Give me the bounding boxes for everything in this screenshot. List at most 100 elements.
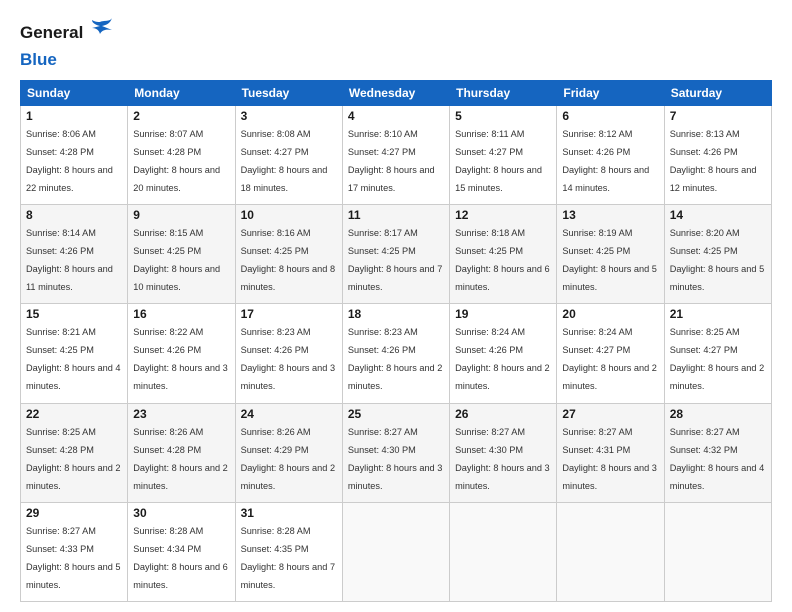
day-info: Sunrise: 8:27 AMSunset: 4:31 PMDaylight:… [562,427,657,491]
calendar-day-17: 17 Sunrise: 8:23 AMSunset: 4:26 PMDayligh… [235,304,342,403]
calendar-day-5: 5 Sunrise: 8:11 AMSunset: 4:27 PMDaylight… [450,106,557,205]
day-info: Sunrise: 8:13 AMSunset: 4:26 PMDaylight:… [670,129,757,193]
col-header-friday: Friday [557,81,664,106]
calendar-day-2: 2 Sunrise: 8:07 AMSunset: 4:28 PMDaylight… [128,106,235,205]
calendar-row-2: 8Sunrise: 8:14 AMSunset: 4:26 PMDaylight… [21,205,772,304]
day-info: Sunrise: 8:20 AMSunset: 4:25 PMDaylight:… [670,228,765,292]
calendar-day-28: 28 Sunrise: 8:27 AMSunset: 4:32 PMDayligh… [664,403,771,502]
day-info: Sunrise: 8:21 AMSunset: 4:25 PMDaylight:… [26,327,121,391]
day-number: 18 [348,307,444,321]
calendar-day-22: 22 Sunrise: 8:25 AMSunset: 4:28 PMDayligh… [21,403,128,502]
calendar-day-26: 26 Sunrise: 8:27 AMSunset: 4:30 PMDayligh… [450,403,557,502]
day-number: 11 [348,208,444,222]
calendar-day-14: 14Sunrise: 8:20 AMSunset: 4:25 PMDayligh… [664,205,771,304]
header: General Blue [20,16,772,70]
day-info: Sunrise: 8:22 AMSunset: 4:26 PMDaylight:… [133,327,228,391]
day-number: 22 [26,407,122,421]
calendar-day-11: 11 Sunrise: 8:17 AMSunset: 4:25 PMDayligh… [342,205,449,304]
day-number: 9 [133,208,229,222]
calendar-table: SundayMondayTuesdayWednesdayThursdayFrid… [20,80,772,602]
day-info: Sunrise: 8:27 AMSunset: 4:33 PMDaylight:… [26,526,121,590]
day-info: Sunrise: 8:25 AMSunset: 4:28 PMDaylight:… [26,427,121,491]
calendar-header-row: SundayMondayTuesdayWednesdayThursdayFrid… [21,81,772,106]
day-number: 15 [26,307,122,321]
day-number: 29 [26,506,122,520]
day-number: 30 [133,506,229,520]
calendar-day-4: 4Sunrise: 8:10 AMSunset: 4:27 PMDaylight… [342,106,449,205]
day-info: Sunrise: 8:12 AMSunset: 4:26 PMDaylight:… [562,129,649,193]
logo-bird-icon [86,16,114,50]
day-info: Sunrise: 8:18 AMSunset: 4:25 PMDaylight:… [455,228,550,292]
calendar-day-10: 10 Sunrise: 8:16 AMSunset: 4:25 PMDayligh… [235,205,342,304]
day-number: 12 [455,208,551,222]
day-number: 7 [670,109,766,123]
calendar-day-21: 21 Sunrise: 8:25 AMSunset: 4:27 PMDayligh… [664,304,771,403]
calendar-row-1: 1 Sunrise: 8:06 AMSunset: 4:28 PMDaylight… [21,106,772,205]
calendar-day-16: 16 Sunrise: 8:22 AMSunset: 4:26 PMDayligh… [128,304,235,403]
calendar-day-12: 12 Sunrise: 8:18 AMSunset: 4:25 PMDayligh… [450,205,557,304]
day-info: Sunrise: 8:08 AMSunset: 4:27 PMDaylight:… [241,129,328,193]
day-number: 3 [241,109,337,123]
day-info: Sunrise: 8:26 AMSunset: 4:28 PMDaylight:… [133,427,228,491]
day-info: Sunrise: 8:24 AMSunset: 4:26 PMDaylight:… [455,327,550,391]
day-info: Sunrise: 8:16 AMSunset: 4:25 PMDaylight:… [241,228,336,292]
day-info: Sunrise: 8:06 AMSunset: 4:28 PMDaylight:… [26,129,113,193]
day-number: 31 [241,506,337,520]
day-number: 23 [133,407,229,421]
day-number: 13 [562,208,658,222]
day-number: 21 [670,307,766,321]
day-number: 6 [562,109,658,123]
day-number: 1 [26,109,122,123]
calendar-day-19: 19Sunrise: 8:24 AMSunset: 4:26 PMDayligh… [450,304,557,403]
calendar-day-30: 30 Sunrise: 8:28 AMSunset: 4:34 PMDayligh… [128,502,235,601]
logo-general: General [20,23,83,43]
day-number: 24 [241,407,337,421]
col-header-monday: Monday [128,81,235,106]
day-info: Sunrise: 8:28 AMSunset: 4:35 PMDaylight:… [241,526,336,590]
calendar-day-15: 15 Sunrise: 8:21 AMSunset: 4:25 PMDayligh… [21,304,128,403]
calendar-day-8: 8Sunrise: 8:14 AMSunset: 4:26 PMDaylight… [21,205,128,304]
day-info: Sunrise: 8:11 AMSunset: 4:27 PMDaylight:… [455,129,542,193]
day-info: Sunrise: 8:10 AMSunset: 4:27 PMDaylight:… [348,129,435,193]
day-info: Sunrise: 8:17 AMSunset: 4:25 PMDaylight:… [348,228,443,292]
day-info: Sunrise: 8:23 AMSunset: 4:26 PMDaylight:… [348,327,443,391]
day-info: Sunrise: 8:26 AMSunset: 4:29 PMDaylight:… [241,427,336,491]
calendar-day-24: 24 Sunrise: 8:26 AMSunset: 4:29 PMDayligh… [235,403,342,502]
calendar-day-25: 25 Sunrise: 8:27 AMSunset: 4:30 PMDayligh… [342,403,449,502]
empty-cell [557,502,664,601]
day-number: 20 [562,307,658,321]
calendar-day-18: 18 Sunrise: 8:23 AMSunset: 4:26 PMDayligh… [342,304,449,403]
day-info: Sunrise: 8:24 AMSunset: 4:27 PMDaylight:… [562,327,657,391]
day-info: Sunrise: 8:07 AMSunset: 4:28 PMDaylight:… [133,129,220,193]
day-number: 2 [133,109,229,123]
calendar-day-3: 3 Sunrise: 8:08 AMSunset: 4:27 PMDaylight… [235,106,342,205]
empty-cell [450,502,557,601]
day-info: Sunrise: 8:27 AMSunset: 4:32 PMDaylight:… [670,427,765,491]
day-info: Sunrise: 8:27 AMSunset: 4:30 PMDaylight:… [348,427,443,491]
calendar-row-3: 15 Sunrise: 8:21 AMSunset: 4:25 PMDayligh… [21,304,772,403]
col-header-saturday: Saturday [664,81,771,106]
col-header-tuesday: Tuesday [235,81,342,106]
day-number: 16 [133,307,229,321]
calendar-day-9: 9 Sunrise: 8:15 AMSunset: 4:25 PMDaylight… [128,205,235,304]
day-info: Sunrise: 8:28 AMSunset: 4:34 PMDaylight:… [133,526,228,590]
day-info: Sunrise: 8:27 AMSunset: 4:30 PMDaylight:… [455,427,550,491]
calendar-day-29: 29 Sunrise: 8:27 AMSunset: 4:33 PMDayligh… [21,502,128,601]
empty-cell [342,502,449,601]
day-number: 25 [348,407,444,421]
logo: General Blue [20,16,114,70]
day-number: 5 [455,109,551,123]
calendar-day-23: 23 Sunrise: 8:26 AMSunset: 4:28 PMDayligh… [128,403,235,502]
day-info: Sunrise: 8:23 AMSunset: 4:26 PMDaylight:… [241,327,336,391]
col-header-sunday: Sunday [21,81,128,106]
day-number: 26 [455,407,551,421]
day-number: 17 [241,307,337,321]
calendar-day-27: 27Sunrise: 8:27 AMSunset: 4:31 PMDayligh… [557,403,664,502]
calendar-day-31: 31 Sunrise: 8:28 AMSunset: 4:35 PMDayligh… [235,502,342,601]
day-number: 10 [241,208,337,222]
day-info: Sunrise: 8:15 AMSunset: 4:25 PMDaylight:… [133,228,220,292]
day-info: Sunrise: 8:14 AMSunset: 4:26 PMDaylight:… [26,228,113,292]
day-info: Sunrise: 8:25 AMSunset: 4:27 PMDaylight:… [670,327,765,391]
day-number: 28 [670,407,766,421]
calendar-page: General Blue SundayMondayTuesdayWednesda… [0,0,792,612]
